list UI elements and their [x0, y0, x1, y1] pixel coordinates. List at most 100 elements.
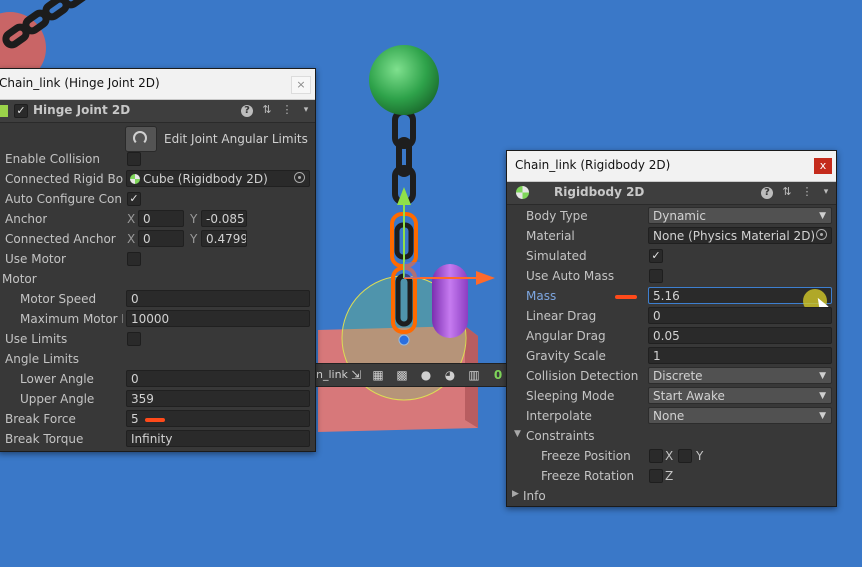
rigidbody-window: Chain_link (Rigidbody 2D) x Rigidbody 2D… — [506, 150, 837, 507]
freeze-position-y-checkbox[interactable] — [678, 449, 692, 463]
info-foldout[interactable]: ▶ Info — [507, 486, 836, 506]
layout-icon[interactable]: ▥ — [466, 367, 482, 383]
angular-drag-field[interactable]: 0.05 — [648, 327, 832, 344]
physics-icon[interactable]: ◕ — [442, 367, 458, 383]
auto-configure-checkbox[interactable]: ✓ — [127, 192, 141, 206]
component-header[interactable]: ✓ Hinge Joint 2D ? ⇅ ⋮ ▾ — [0, 100, 315, 123]
break-torque-row: Break Torque Infinity — [0, 429, 315, 449]
freeze-position-row: Freeze Position X Y — [541, 449, 704, 463]
max-motor-force-field[interactable]: 10000 — [126, 310, 310, 327]
annotation-mark — [145, 418, 165, 422]
collision-detection-dropdown[interactable]: Discrete ▼ — [648, 367, 832, 384]
lower-angle-row: Lower Angle 0 — [0, 369, 315, 389]
connected-anchor-x-field[interactable]: 0 — [138, 230, 184, 247]
foldout-collapsed-icon: ▶ — [512, 489, 519, 499]
use-auto-mass-checkbox[interactable] — [649, 269, 663, 283]
component-title: Hinge Joint 2D — [33, 103, 131, 117]
use-auto-mass-row: Use Auto Mass — [507, 266, 836, 286]
gravity-scale-row: Gravity Scale 1 — [507, 346, 836, 366]
freeze-position-x-checkbox[interactable] — [649, 449, 663, 463]
foldout-expanded-icon: ▼ — [514, 429, 521, 439]
component-enabled-checkbox[interactable]: ✓ — [14, 104, 28, 118]
chevron-down-icon: ▼ — [819, 371, 826, 381]
context-menu-icon[interactable]: ⋮ — [280, 103, 294, 117]
motor-speed-field[interactable]: 0 — [126, 290, 310, 307]
edit-joint-limits-label: Edit Joint Angular Limits — [164, 132, 308, 146]
scene-toolbar: n_link ⇲ ▦ ▩ ● ◕ ▥ 0 — [315, 363, 509, 387]
material-row: Material None (Physics Material 2D) — [507, 226, 836, 246]
enable-collision-row: Enable Collision — [0, 149, 315, 169]
close-button[interactable]: x — [814, 158, 832, 174]
help-icon[interactable]: ? — [241, 105, 253, 117]
grid-snap-icon[interactable]: ▩ — [394, 367, 410, 383]
window-title: Chain_link (Rigidbody 2D) — [515, 158, 671, 172]
break-force-row: Break Force 5 — [0, 409, 315, 429]
zero-icon[interactable]: 0 — [490, 367, 506, 383]
object-picker-icon[interactable] — [816, 229, 827, 240]
help-icon[interactable]: ? — [761, 187, 773, 199]
shading-sphere-icon[interactable]: ● — [418, 367, 434, 383]
window-title-bar[interactable]: Chain_link (Rigidbody 2D) x — [507, 151, 836, 182]
object-picker-icon[interactable] — [294, 172, 305, 183]
break-torque-field[interactable]: Infinity — [126, 430, 310, 447]
upper-angle-field[interactable]: 359 — [126, 390, 310, 407]
connected-rigid-body-field[interactable]: Cube (Rigidbody 2D) — [126, 170, 310, 187]
transform-gizmo-icon[interactable]: ⇲ — [348, 367, 364, 383]
hinge-joint-window: Chain_link (Hinge Joint 2D) × ✓ Hinge Jo… — [0, 68, 316, 452]
purple-capsule — [432, 264, 468, 338]
anchor-point — [398, 334, 410, 346]
hinge-joint-icon — [0, 105, 8, 117]
context-menu-icon[interactable]: ⋮ — [800, 185, 814, 199]
close-button[interactable]: × — [291, 76, 311, 94]
simulated-row: Simulated ✓ — [507, 246, 836, 266]
presets-icon[interactable]: ⇅ — [260, 103, 274, 117]
window-title-bar[interactable]: Chain_link (Hinge Joint 2D) × — [0, 69, 315, 100]
material-field[interactable]: None (Physics Material 2D) — [648, 227, 832, 244]
use-limits-checkbox[interactable] — [127, 332, 141, 346]
component-header[interactable]: Rigidbody 2D ? ⇅ ⋮ ▾ — [507, 182, 836, 205]
motor-foldout[interactable]: Motor — [0, 269, 315, 289]
pin-icon[interactable]: ▾ — [299, 103, 313, 117]
anchor-y-field[interactable]: -0.085 — [201, 210, 247, 227]
use-motor-row: Use Motor — [0, 249, 315, 269]
angular-drag-row: Angular Drag 0.05 — [507, 326, 836, 346]
component-title: Rigidbody 2D — [554, 185, 645, 199]
chevron-down-icon: ▼ — [819, 411, 826, 421]
interpolate-row: Interpolate None ▼ — [507, 406, 836, 426]
chevron-down-icon: ▼ — [819, 211, 826, 221]
motor-speed-row: Motor Speed 0 — [0, 289, 315, 309]
sleeping-mode-dropdown[interactable]: Start Awake ▼ — [648, 387, 832, 404]
edit-angular-limits-icon — [133, 131, 147, 145]
constraints-foldout[interactable]: ▼ Constraints — [507, 426, 836, 446]
connected-anchor-y-field[interactable]: 0.4799 — [201, 230, 247, 247]
linear-drag-row: Linear Drag 0 — [507, 306, 836, 326]
mass-row: Mass 5.16 — [507, 286, 836, 313]
anchor-row: Anchor X 0 Y -0.085 — [0, 209, 315, 229]
auto-configure-row: Auto Configure Conne ✓ — [0, 189, 315, 209]
lower-angle-field[interactable]: 0 — [126, 370, 310, 387]
simulated-checkbox[interactable]: ✓ — [649, 249, 663, 263]
sleeping-mode-row: Sleeping Mode Start Awake ▼ — [507, 386, 836, 406]
rigidbody-icon — [130, 174, 140, 184]
interpolate-dropdown[interactable]: None ▼ — [648, 407, 832, 424]
freeze-rotation-z-checkbox[interactable] — [649, 469, 663, 483]
use-motor-checkbox[interactable] — [127, 252, 141, 266]
use-limits-row: Use Limits — [0, 329, 315, 349]
connected-anchor-row: Connected Anchor X 0 Y 0.4799 — [5, 230, 247, 247]
freeze-rotation-row: Freeze Rotation Z — [541, 469, 674, 483]
enable-collision-checkbox[interactable] — [127, 152, 141, 166]
linear-drag-field[interactable]: 0 — [648, 307, 832, 324]
connected-rigid-body-row: Connected Rigid Bod Cube (Rigidbody 2D) — [0, 169, 315, 189]
anchor-x-field[interactable]: 0 — [138, 210, 184, 227]
presets-icon[interactable]: ⇅ — [780, 185, 794, 199]
annotation-mark — [615, 295, 637, 299]
pin-icon[interactable]: ▾ — [819, 185, 833, 199]
collision-detection-row: Collision Detection Discrete ▼ — [507, 366, 836, 386]
body-type-dropdown[interactable]: Dynamic ▼ — [648, 207, 832, 224]
upper-angle-row: Upper Angle 359 — [0, 389, 315, 409]
gravity-scale-field[interactable]: 1 — [648, 347, 832, 364]
grid-icon[interactable]: ▦ — [370, 367, 386, 383]
green-ball — [369, 45, 439, 115]
max-motor-force-row: Maximum Motor Fo 10000 — [0, 309, 315, 329]
angle-limits-foldout[interactable]: Angle Limits — [0, 349, 315, 369]
